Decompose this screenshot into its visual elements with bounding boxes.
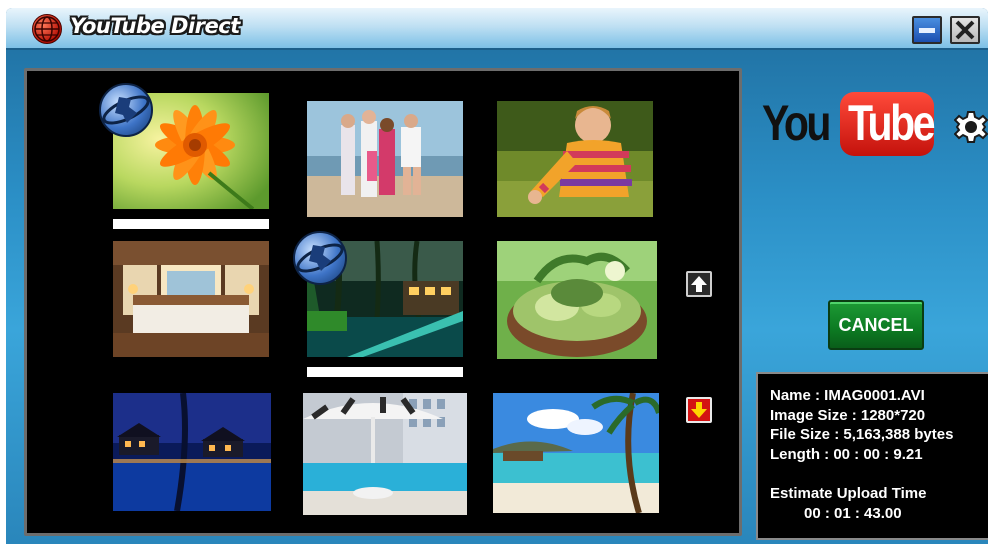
thumbnail-gallery: [24, 68, 742, 536]
minimize-button[interactable]: [912, 16, 942, 44]
youtube-logo: You Tube: [762, 92, 936, 156]
image-size: Image Size : 1280*720: [770, 406, 926, 424]
close-icon: [955, 20, 975, 40]
cancel-button[interactable]: CANCEL: [828, 300, 924, 350]
estimate-upload-label: Estimate Upload Time: [770, 485, 927, 502]
thumbnail-9[interactable]: [493, 393, 659, 513]
thumbnail-8[interactable]: [303, 393, 467, 515]
youtube-logo-tube-box: Tube: [840, 92, 936, 156]
estimate-upload-time: 00 : 01 : 43.00: [804, 504, 902, 522]
minimize-icon: [919, 28, 935, 33]
title-bar[interactable]: YouTube Direct: [6, 8, 988, 50]
thumbnail-3[interactable]: [497, 101, 653, 217]
scroll-down-button[interactable]: [686, 397, 712, 423]
thumbnail-4[interactable]: [113, 241, 269, 357]
gear-icon: [953, 111, 988, 143]
youtube-direct-window: YouTube Direct You Tube CANCEL Name: IM…: [6, 8, 988, 544]
file-name: Name : IMAG0001.AVI: [770, 387, 925, 404]
window-title: YouTube Direct: [70, 14, 240, 38]
thumbnail-2[interactable]: [307, 101, 463, 217]
youtube-logo-you: You: [762, 95, 831, 151]
scroll-up-button[interactable]: [686, 271, 712, 297]
file-size: File Size : 5,163,388 bytes: [770, 426, 954, 443]
globe-icon: [32, 14, 62, 44]
close-button[interactable]: [950, 16, 980, 44]
arrow-down-icon: [688, 399, 710, 421]
thumbnail-7[interactable]: [113, 393, 271, 511]
arrow-up-icon: [688, 273, 710, 295]
video-globe-icon: [99, 83, 153, 137]
video-length: Length : 00 : 00 : 9.21: [770, 445, 923, 463]
settings-button[interactable]: [953, 110, 988, 149]
thumbnail-6[interactable]: [497, 241, 657, 359]
video-globe-icon: [293, 231, 347, 285]
youtube-logo-tube: Tube: [848, 95, 936, 151]
file-info-panel: Name : IMAG0001.AVI Image Size : 1280*72…: [756, 372, 988, 540]
